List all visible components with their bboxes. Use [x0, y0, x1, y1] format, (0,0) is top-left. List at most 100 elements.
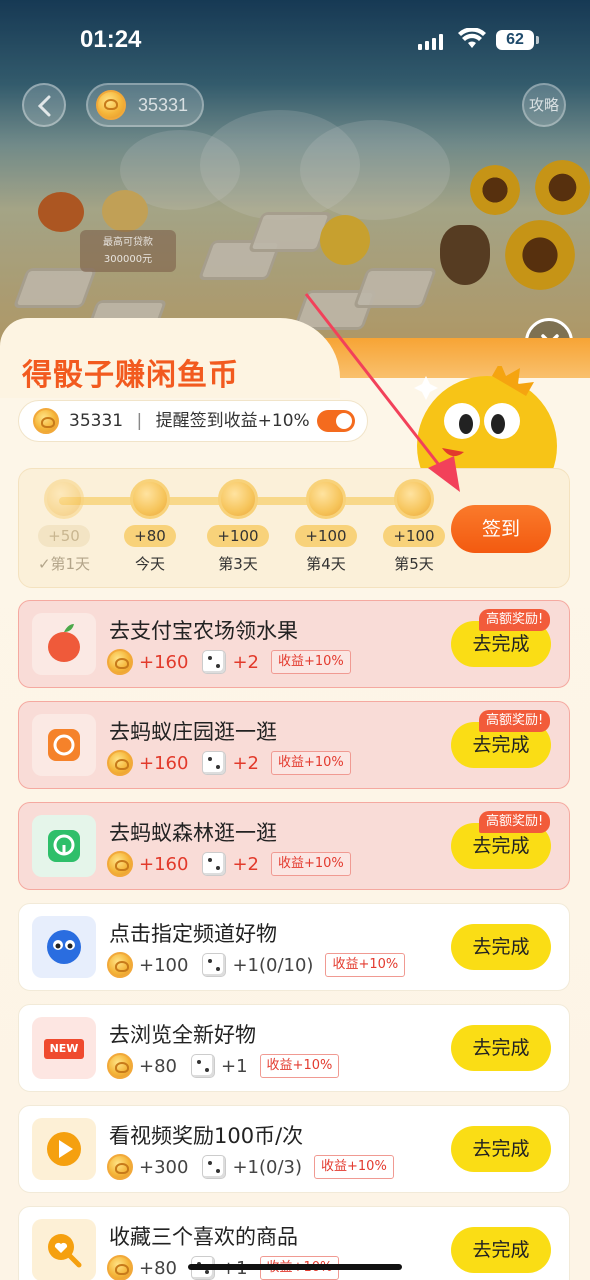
- signin-button[interactable]: 签到: [451, 505, 551, 553]
- loan-badge-line1: 最高可贷款: [103, 237, 153, 248]
- coin-icon: [107, 1154, 133, 1180]
- coin-icon: [107, 952, 133, 978]
- bonus-tag: 收益+10%: [314, 1155, 394, 1179]
- task-title: 去蚂蚁庄园逛一逛: [109, 720, 277, 744]
- signin-day-label: 第5天: [394, 555, 434, 573]
- heart-search-icon: [32, 1219, 96, 1280]
- eyes-icon: [32, 916, 96, 978]
- go-complete-button[interactable]: 去完成: [451, 1126, 551, 1172]
- coin-icon: [44, 479, 84, 519]
- back-button[interactable]: [22, 83, 66, 127]
- task-coin-reward: +100: [139, 954, 189, 976]
- task-dice-reward: +2: [232, 651, 259, 673]
- task-card: 去蚂蚁庄园逛一逛 +160 +2 收益+10% 去完成 高额奖励!: [18, 701, 570, 789]
- task-card: 去蚂蚁森林逛一逛 +160 +2 收益+10% 去完成 高额奖励!: [18, 802, 570, 890]
- task-rewards: +160 +2 收益+10%: [107, 750, 351, 776]
- coin-balance: 35331: [138, 95, 189, 115]
- tree-icon: [32, 815, 96, 877]
- dice-icon: [202, 852, 227, 876]
- bonus-tag: 收益+10%: [271, 650, 351, 674]
- task-rewards: +160 +2 收益+10%: [107, 649, 351, 675]
- task-coin-reward: +80: [139, 1257, 177, 1279]
- task-coin-reward: +80: [139, 1055, 177, 1077]
- dice-icon: [202, 751, 227, 775]
- chick-icon: [32, 714, 96, 776]
- bonus-tag: 收益+10%: [259, 1054, 340, 1078]
- status-bar: 01:24 62: [0, 0, 590, 80]
- cellular-signal-icon: [418, 34, 448, 50]
- reminder-label: 提醒签到收益+10%: [155, 411, 310, 431]
- coin-icon: [96, 90, 126, 120]
- task-title: 去浏览全新好物: [109, 1023, 256, 1047]
- task-dice-reward: +1(0/10): [232, 954, 314, 976]
- apple-icon: [32, 613, 96, 675]
- signin-day-2: +80 今天: [115, 479, 185, 574]
- reminder-coins: 35331: [69, 411, 124, 431]
- status-time: 01:24: [80, 26, 142, 53]
- sheet-title: 得骰子赚闲鱼币: [22, 358, 239, 393]
- high-reward-badge: 高额奖励!: [479, 811, 551, 833]
- coin-icon: [107, 649, 133, 675]
- coin-icon: [218, 479, 258, 519]
- task-dice-reward: +1: [221, 1055, 248, 1077]
- signin-day-label: ✓第1天: [29, 553, 99, 574]
- high-reward-badge: 高额奖励!: [479, 609, 551, 631]
- coin-icon: [107, 1255, 133, 1280]
- loan-badge: 最高可贷款 300000元: [80, 230, 176, 272]
- signin-panel: +50 ✓第1天 +80 今天 +100 第3天 +100 第4天 +100 第…: [18, 468, 570, 588]
- bonus-tag: 收益+10%: [271, 751, 351, 775]
- chevron-left-icon: [37, 95, 51, 117]
- task-coin-reward: +160: [139, 853, 189, 875]
- coin-icon: [107, 851, 133, 877]
- task-dice-reward: +2: [232, 752, 259, 774]
- home-indicator: [188, 1264, 402, 1270]
- coin-balance-pill[interactable]: 35331: [86, 83, 204, 127]
- battery-icon: 62: [496, 30, 539, 50]
- task-card: 去支付宝农场领水果 +160 +2 收益+10% 去完成 高额奖励!: [18, 600, 570, 688]
- bonus-tag: 收益+10%: [325, 953, 406, 977]
- signin-day-amount: +100: [207, 525, 269, 547]
- dice-icon: [202, 650, 227, 674]
- task-title: 点击指定频道好物: [109, 922, 277, 946]
- signin-day-amount: +100: [295, 525, 357, 547]
- signin-day-amount: +100: [383, 525, 445, 547]
- task-card: NEW 去浏览全新好物 +80 +1 收益+10% 去完成: [18, 1004, 570, 1092]
- signin-day-amount: +50: [38, 525, 90, 547]
- task-rewards: +80 +1 收益+10%: [107, 1053, 340, 1079]
- dice-icon: [191, 1054, 215, 1078]
- task-coin-reward: +300: [139, 1156, 189, 1178]
- coin-icon: [33, 408, 59, 434]
- task-rewards: +300 +1(0/3) 收益+10%: [107, 1154, 394, 1180]
- signin-day-3: +100 第3天: [203, 479, 273, 574]
- task-coin-reward: +160: [139, 752, 189, 774]
- loan-badge-line2: 300000元: [103, 254, 153, 265]
- task-rewards: +100 +1(0/10) 收益+10%: [107, 952, 406, 978]
- high-reward-badge: 高额奖励!: [479, 710, 551, 732]
- task-rewards: +160 +2 收益+10%: [107, 851, 351, 877]
- task-dice-reward: +2: [232, 853, 259, 875]
- go-complete-button[interactable]: 去完成: [451, 1025, 551, 1071]
- task-sheet: 得骰子赚闲鱼币 35331 | 提醒签到收益+10% +50 ✓第1天 +80 …: [0, 318, 590, 1280]
- task-title: 去蚂蚁森林逛一逛: [109, 821, 277, 845]
- signin-day-label: 今天: [134, 555, 165, 573]
- signin-day-amount: +80: [124, 525, 176, 547]
- play-icon: [32, 1118, 96, 1180]
- arrow-annotation-icon: [304, 293, 460, 492]
- signin-day-1: +50 ✓第1天: [29, 479, 99, 574]
- reminder-separator: |: [136, 411, 143, 431]
- dice-icon: [202, 1155, 227, 1179]
- signin-day-label-text: 第1天: [50, 555, 91, 573]
- dice-icon: [202, 953, 227, 977]
- new-tag-label: NEW: [44, 1039, 84, 1059]
- task-title: 看视频奖励100币/次: [109, 1124, 304, 1148]
- coin-icon: [107, 1053, 133, 1079]
- task-card: 看视频奖励100币/次 +300 +1(0/3) 收益+10% 去完成: [18, 1105, 570, 1193]
- strategy-button[interactable]: 攻略: [522, 83, 566, 127]
- go-complete-button[interactable]: 去完成: [451, 1227, 551, 1273]
- coin-icon: [107, 750, 133, 776]
- bonus-tag: 收益+10%: [271, 852, 351, 876]
- coin-icon: [130, 479, 170, 519]
- task-dice-reward: +1(0/3): [232, 1156, 303, 1178]
- task-coin-reward: +160: [139, 651, 189, 673]
- go-complete-button[interactable]: 去完成: [451, 924, 551, 970]
